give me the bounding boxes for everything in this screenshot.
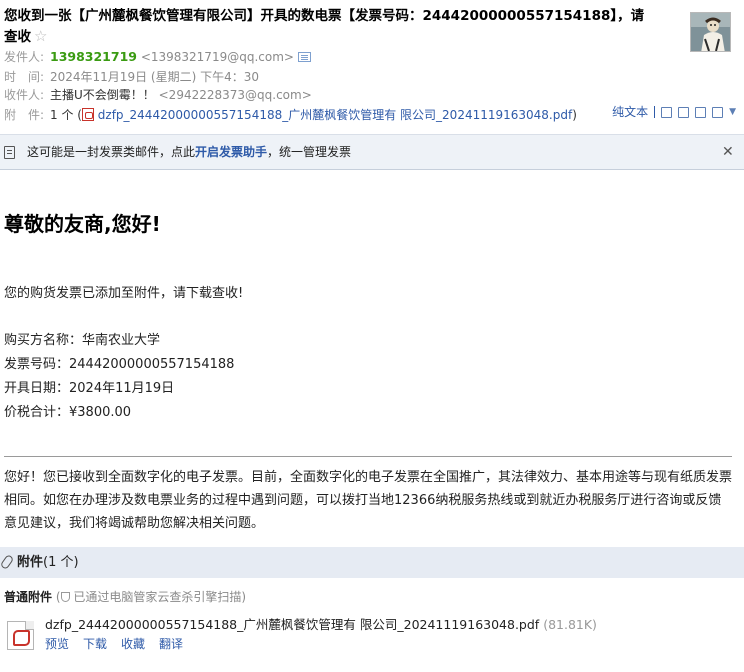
scan-status: ( 已通过电脑管家云查杀引擎扫描) xyxy=(55,590,247,604)
scan-text: 已通过电脑管家云查杀引擎扫描 xyxy=(73,590,242,604)
preview-button[interactable]: 预览 xyxy=(45,635,69,653)
attachments-title: 附件(1 个) xyxy=(17,554,79,572)
greeting-heading: 尊敬的友商,您好! xyxy=(4,212,161,236)
time-label: 时 间: xyxy=(4,70,45,84)
paperclip-icon xyxy=(0,553,15,571)
print-icon[interactable] xyxy=(712,106,724,118)
recipient-name[interactable]: 主播U不会倒霉！！ xyxy=(50,88,155,102)
attachment-actions: 预览 下载 收藏 翻译 xyxy=(45,635,183,653)
reader-icon[interactable] xyxy=(678,106,690,118)
content-divider xyxy=(4,456,732,457)
new-window-icon[interactable] xyxy=(661,106,673,118)
recipient-email[interactable]: <2942228373@qq.com> xyxy=(159,88,312,102)
subject-line-2: 查收 xyxy=(4,29,31,45)
issue-date: 开具日期：2024年11月19日 xyxy=(4,381,175,396)
attachment-file-link[interactable]: dzfp_24442000000557154188_广州麓枫餐饮管理有 限公司_… xyxy=(98,108,572,122)
sender-row: 发件人: 1398321719 <1398321719@qq.com> xyxy=(4,48,311,66)
favorite-button[interactable]: 收藏 xyxy=(121,635,145,653)
sender-email[interactable]: <1398321719@qq.com> xyxy=(141,50,294,64)
chevron-down-icon[interactable]: ▼ xyxy=(729,103,736,121)
contact-card-icon[interactable] xyxy=(297,52,311,62)
mail-header: 您收到一张【广州麓枫餐饮管理有限公司】开具的数电票【发票号码：244420000… xyxy=(0,0,744,134)
attachment-file-name[interactable]: dzfp_24442000000557154188_广州麓枫餐饮管理有 限公司_… xyxy=(45,617,539,632)
time-value: 2024年11月19日 (星期二) 下午4：30 xyxy=(50,70,259,84)
attachment-label: 附 件: xyxy=(4,108,45,122)
info-paragraph: 您好！您已接收到全面数字化的电子发票。目前，全面数字化的电子发票在全国推广，其法… xyxy=(4,470,733,531)
bookmark-icon[interactable] xyxy=(695,106,707,118)
attachment-close-paren: ) xyxy=(572,108,577,122)
recipient-label: 收件人: xyxy=(4,88,45,102)
pdf-file-icon xyxy=(81,108,94,121)
sender-avatar[interactable] xyxy=(690,12,731,52)
toolbar-divider xyxy=(654,106,656,118)
invoice-number: 发票号码：24442000000557154188 xyxy=(4,357,235,372)
plain-text-button[interactable]: 纯文本 xyxy=(612,103,648,121)
shield-icon xyxy=(60,592,70,602)
attachments-count: (1 个) xyxy=(43,555,79,570)
notice-text: 这可能是一封发票类邮件，点此开启发票助手，统一管理发票 xyxy=(27,144,351,161)
attachment-file-size: (81.81K) xyxy=(543,617,597,632)
attachment-row: 附 件: 1 个 ( dzfp_24442000000557154188_广州麓枫… xyxy=(4,106,577,124)
attachment-count: 1 个 ( xyxy=(50,108,82,122)
sender-label: 发件人: xyxy=(4,50,45,64)
mail-subject: 您收到一张【广州麓枫餐饮管理有限公司】开具的数电票【发票号码：244420000… xyxy=(4,6,684,47)
scan-row: 普通附件 ( 已通过电脑管家云查杀引擎扫描) xyxy=(4,589,246,606)
invoice-notice-bar: 这可能是一封发票类邮件，点此开启发票助手，统一管理发票 ✕ xyxy=(0,134,744,170)
attachment-file: dzfp_24442000000557154188_广州麓枫餐饮管理有 限公司_… xyxy=(45,616,597,634)
attachments-header: 附件(1 个) xyxy=(0,547,744,578)
intro-text: 您的购货发票已添加至附件，请下载查收! xyxy=(4,286,244,301)
download-button[interactable]: 下载 xyxy=(83,635,107,653)
attachments-title-label: 附件 xyxy=(17,555,44,570)
translate-button[interactable]: 翻译 xyxy=(159,635,183,653)
notice-text-after: ，统一管理发票 xyxy=(267,145,352,159)
mail-toolbar: 纯文本 ▼ xyxy=(612,103,736,121)
sender-name[interactable]: 1398321719 xyxy=(50,49,137,64)
pdf-file-icon[interactable] xyxy=(7,621,34,650)
close-icon[interactable]: ✕ xyxy=(722,144,734,161)
buyer-name: 购买方名称：华南农业大学 xyxy=(4,333,161,348)
recipient-row: 收件人: 主播U不会倒霉！！ <2942228373@qq.com> xyxy=(4,86,312,104)
subject-line-1: 您收到一张【广州麓枫餐饮管理有限公司】开具的数电票【发票号码：244420000… xyxy=(4,8,645,24)
normal-attachments-label: 普通附件 xyxy=(4,590,53,604)
invoice-icon xyxy=(4,146,15,159)
star-icon[interactable]: ☆ xyxy=(34,27,47,45)
notice-text-before: 这可能是一封发票类邮件，点此 xyxy=(27,145,196,159)
enable-invoice-assistant-link[interactable]: 开启发票助手 xyxy=(195,145,267,159)
total-amount: 价税合计：¥3800.00 xyxy=(4,405,132,420)
time-row: 时 间: 2024年11月19日 (星期二) 下午4：30 xyxy=(4,68,259,86)
